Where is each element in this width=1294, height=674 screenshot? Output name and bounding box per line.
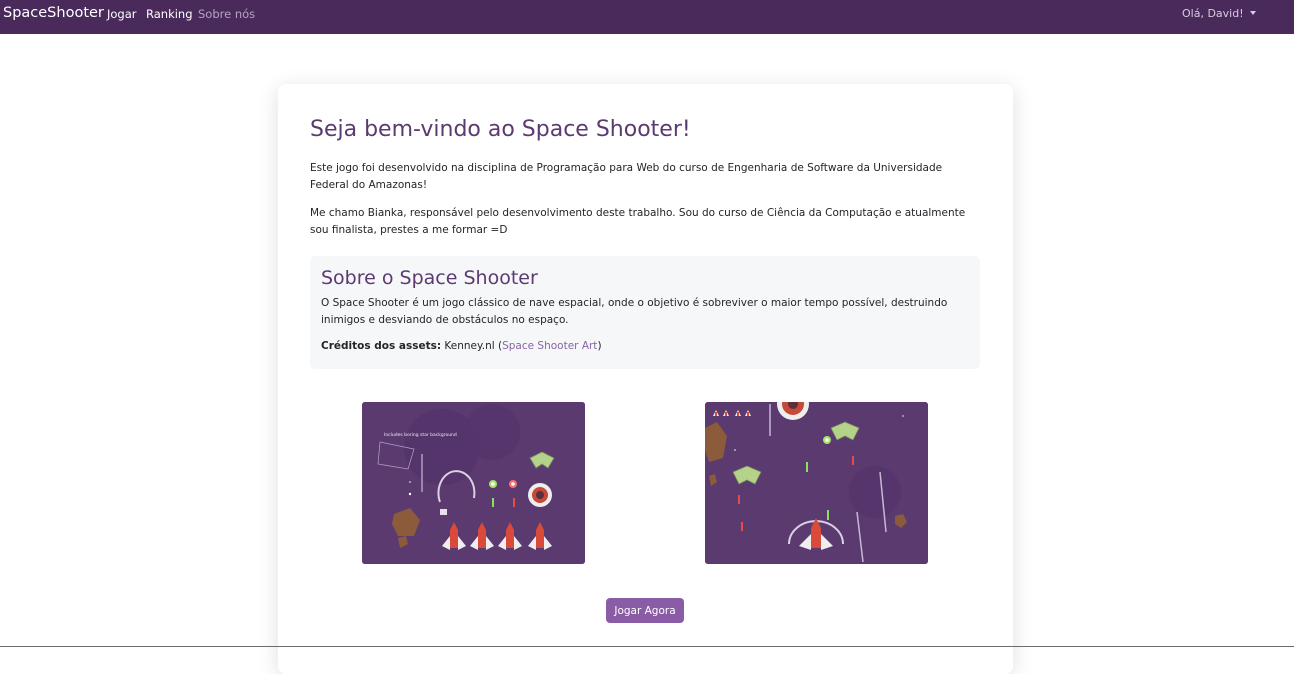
credits-line: Créditos dos assets: Kenney.nl (Space Sh… bbox=[321, 340, 602, 352]
about-description: O Space Shooter é um jogo clássico de na… bbox=[321, 297, 948, 326]
assets-image: Includes boring star background bbox=[362, 402, 585, 564]
user-greeting: Olá, David! bbox=[1182, 7, 1244, 20]
gameplay-image bbox=[705, 402, 928, 564]
top-navbar: SpaceShooter Jogar Ranking Sobre nós Olá… bbox=[0, 0, 1294, 34]
nav-link-ranking[interactable]: Ranking bbox=[146, 7, 193, 21]
welcome-card: Seja bem-vindo ao Space Shooter! Este jo… bbox=[278, 84, 1013, 674]
window-bottom-border bbox=[0, 646, 1294, 647]
intro-paragraph: Este jogo foi desenvolvido na disciplina… bbox=[310, 162, 943, 191]
sprite-sheet-caption: Includes boring star background bbox=[384, 432, 457, 438]
page-title: Seja bem-vindo ao Space Shooter! bbox=[310, 117, 691, 142]
chevron-down-icon bbox=[1249, 11, 1256, 15]
nav-link-jogar[interactable]: Jogar bbox=[107, 7, 137, 21]
brand-link[interactable]: SpaceShooter bbox=[3, 5, 104, 21]
credits-label: Créditos dos assets: bbox=[321, 340, 442, 352]
nav-link-sobre-nos[interactable]: Sobre nós bbox=[198, 7, 255, 21]
user-menu-dropdown[interactable]: Olá, David! bbox=[1182, 7, 1256, 20]
credits-link[interactable]: Space Shooter Art bbox=[502, 340, 597, 352]
about-title: Sobre o Space Shooter bbox=[321, 267, 538, 289]
about-section: Sobre o Space Shooter O Space Shooter é … bbox=[310, 256, 980, 369]
author-paragraph: Me chamo Bianka, responsável pelo desenv… bbox=[310, 207, 966, 236]
credits-source: Kenney.nl bbox=[444, 340, 495, 352]
play-now-button[interactable]: Jogar Agora bbox=[606, 598, 684, 623]
